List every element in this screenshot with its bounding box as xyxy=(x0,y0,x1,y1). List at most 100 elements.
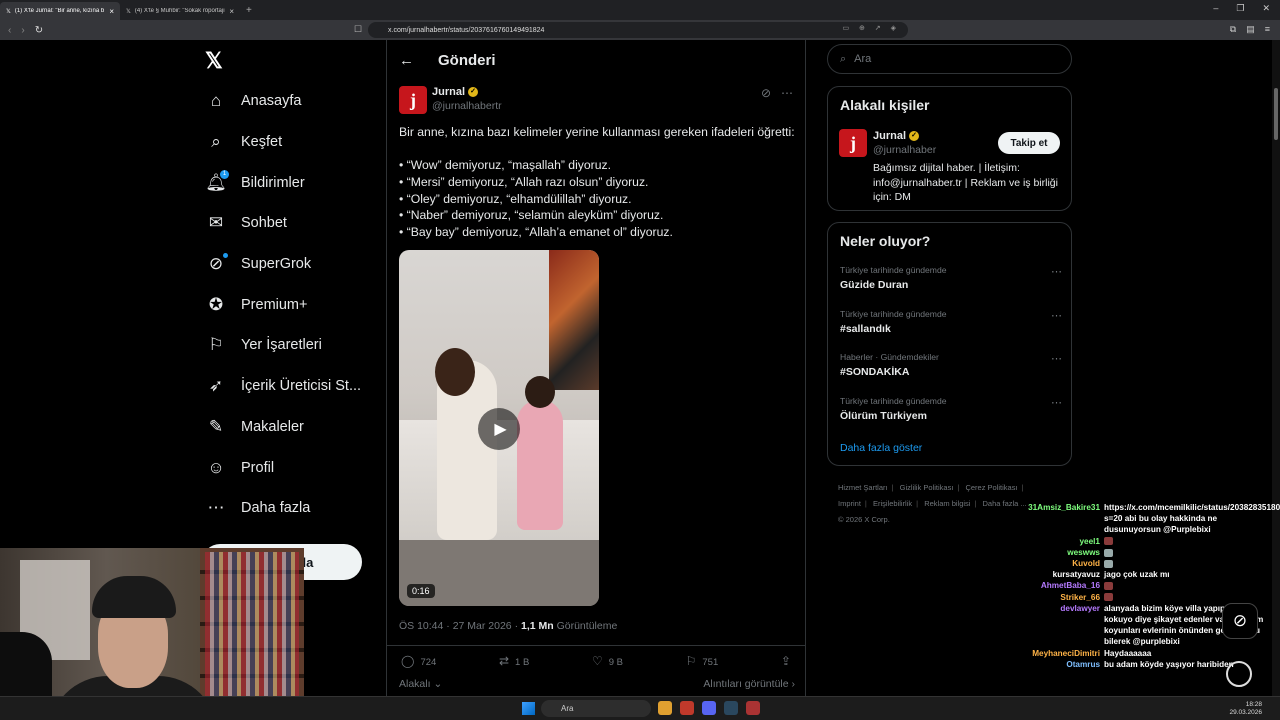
footer-link[interactable]: Imprint xyxy=(838,499,861,508)
minimize-icon[interactable]: – xyxy=(1213,3,1218,14)
folder-icon[interactable] xyxy=(658,701,672,715)
search-input[interactable]: ⌕ Ara xyxy=(827,44,1072,74)
new-tab-icon[interactable]: + xyxy=(246,5,252,16)
nav-item-explore[interactable]: ⌕ Keşfet xyxy=(205,127,282,157)
forward-icon[interactable]: › xyxy=(21,25,24,36)
trend-item[interactable]: Türkiye tarihinde gündemde Güzide Duran … xyxy=(840,265,1062,291)
menu-icon[interactable]: ≡ xyxy=(1265,24,1270,35)
close-window-icon[interactable]: ✕ xyxy=(1262,3,1270,14)
card-title: Neler oluyor? xyxy=(840,233,931,249)
view-quotes-link[interactable]: Alıntıları görüntüle › xyxy=(703,678,795,690)
related-name-text: Jurnal xyxy=(873,130,907,142)
discord-icon[interactable] xyxy=(702,701,716,715)
trend-context: Türkiye tarihinde gündemde xyxy=(840,265,947,275)
show-more-link[interactable]: Daha fazla göster xyxy=(840,442,922,454)
sort-dropdown[interactable]: Alakalı ⌄ xyxy=(399,678,442,690)
avatar[interactable]: j xyxy=(839,129,867,157)
like-button[interactable]: ♡ 9 B xyxy=(592,654,623,668)
reply-button[interactable]: ◯ 724 xyxy=(401,654,436,668)
more-icon[interactable]: ⋯ xyxy=(1051,265,1062,278)
nav-item-profile[interactable]: ☺ Profil xyxy=(205,453,274,483)
chat-username: AhmetBaba_16 xyxy=(1040,581,1100,591)
reply-icon: ◯ xyxy=(401,654,415,668)
grok-icon[interactable]: ⊘ xyxy=(1222,603,1258,639)
more-icon[interactable]: ⋯ xyxy=(1051,352,1062,365)
chevron-down-icon: ⌄ xyxy=(433,678,443,690)
trend-item[interactable]: Türkiye tarihinde gündemde #sallandık ⋯ xyxy=(840,309,1062,335)
chat-message: kursatyavuz jago çok uzak mı xyxy=(980,569,1280,580)
trend-context: Türkiye tarihinde gündemde xyxy=(840,309,947,319)
verified-icon: ✓ xyxy=(468,87,479,97)
chat-message: 31Amsiz_Bakire31 https://x.com/mcemilkili… xyxy=(980,502,1280,536)
more-icon[interactable]: ⋯ xyxy=(781,86,793,100)
play-icon[interactable]: ▶ xyxy=(478,408,520,450)
footer-link[interactable]: Çerez Politikası xyxy=(965,483,1017,492)
reload-icon[interactable]: ↻ xyxy=(35,25,43,36)
bookmark-button[interactable]: ⚐ 751 xyxy=(686,654,719,668)
follow-button[interactable]: Takip et xyxy=(998,132,1060,154)
sidebar-icon[interactable]: ▤ xyxy=(1246,24,1255,35)
bookmark-page-icon[interactable]: ☐ xyxy=(354,24,362,35)
bookmark-icon: ⚐ xyxy=(685,654,697,668)
x-logo-icon[interactable]: 𝕏 xyxy=(205,48,223,74)
share-icon: ⇪ xyxy=(780,654,791,668)
footer-link[interactable]: Reklam bilgisi xyxy=(924,499,970,508)
trend-item[interactable]: Türkiye tarihinde gündemde Ölürüm Türkiy… xyxy=(840,396,1062,422)
taskbar-search[interactable]: Ara xyxy=(541,700,651,717)
post-bullet: • “Oley” demiyoruz, “elhamdülillah” diyo… xyxy=(399,191,632,206)
chat-username: weswws xyxy=(1067,547,1100,557)
video-player[interactable]: ▶ 0:16 xyxy=(399,250,599,606)
reply-count: 724 xyxy=(420,657,437,668)
scroll-thumb[interactable] xyxy=(1274,88,1278,140)
footer-link[interactable]: Hizmet Şartları xyxy=(838,483,888,492)
nav-item-articles[interactable]: ✎ Makaleler xyxy=(205,412,304,442)
more-icon[interactable]: ⋯ xyxy=(1051,309,1062,322)
bookmark-count: 751 xyxy=(702,657,719,668)
nav-item-more[interactable]: ⋯ Daha fazla xyxy=(205,493,311,523)
nav-item-supergrok[interactable]: ⊘ SuperGrok xyxy=(205,249,311,279)
messages-circle-icon[interactable] xyxy=(1226,661,1252,687)
taskbar: Ara 18:28 29.03.2026 xyxy=(0,696,1280,720)
nav-item-bookmarks[interactable]: ⚐ Yer İşaretleri xyxy=(205,330,322,360)
avatar[interactable]: j xyxy=(399,86,427,114)
author-handle[interactable]: @jurnalhabertr xyxy=(432,100,502,112)
close-icon[interactable]: × xyxy=(109,7,114,16)
nav-item-home[interactable]: ⌂ Anasayfa xyxy=(205,86,302,116)
footer-link[interactable]: Erişilebilirlik xyxy=(873,499,912,508)
maximize-icon[interactable]: ❐ xyxy=(1236,3,1244,14)
repost-button[interactable]: ⇄ 1 B xyxy=(499,654,529,668)
more-icon[interactable]: ⋯ xyxy=(1051,396,1062,409)
footer-link[interactable]: Gizlilik Politikası xyxy=(900,483,954,492)
chat-username: kursatyavuz xyxy=(1052,570,1100,580)
browser-tab[interactable]: 𝕏 (4) X'te § Muhbir: "Sokak röportajı × xyxy=(120,2,240,20)
author-name[interactable]: Jurnal ✓ xyxy=(432,86,479,98)
start-icon[interactable] xyxy=(522,702,535,715)
extensions-icon[interactable]: ⧉ xyxy=(1230,24,1236,35)
url-field[interactable]: x.com/jurnalhabertr/status/2037616760149… xyxy=(368,22,908,38)
grok-icon[interactable]: ⊘ xyxy=(761,86,771,100)
extension-icons: ⧉ ▤ ≡ xyxy=(1230,24,1270,35)
browser-tab-active[interactable]: 𝕏 (1) X'te Jurnal: "Bir anne, kızına b × xyxy=(0,2,120,20)
url-action-icons[interactable]: ▭ ⊕ ↗ ◈ xyxy=(842,24,900,32)
nav-item-creator-studio[interactable]: ➶ İçerik Üreticisi St... xyxy=(205,371,361,401)
share-button[interactable]: ⇪ xyxy=(781,654,797,668)
nav-item-notifications[interactable]: 🔔︎ 1 Bildirimler xyxy=(205,168,305,198)
clock[interactable]: 18:28 29.03.2026 xyxy=(1229,701,1262,717)
related-name[interactable]: Jurnal ✓ xyxy=(873,130,920,142)
quotes-label: Alıntıları görüntüle xyxy=(703,678,789,690)
chat-message: weswws xyxy=(980,547,1280,558)
app-icon[interactable] xyxy=(746,701,760,715)
browser-icon[interactable] xyxy=(680,701,694,715)
back-icon[interactable]: ‹ xyxy=(8,25,11,36)
post-bullet: • “Wow” demiyoruz, “maşallah” diyoruz. xyxy=(399,158,611,173)
trend-item[interactable]: Haberler · Gündemdekiler #SONDAKİKA ⋯ xyxy=(840,352,1062,378)
address-bar: ‹ › ↻ ☐ x.com/jurnalhabertr/status/20376… xyxy=(0,20,1280,40)
nav-item-premium[interactable]: ✪ Premium+ xyxy=(205,290,308,320)
post-timestamp[interactable]: ÖS 10:44 · 27 Mar 2026 · xyxy=(399,620,521,632)
nav-item-chat[interactable]: ✉ Sohbet xyxy=(205,208,287,238)
related-handle[interactable]: @jurnalhaber xyxy=(873,144,936,156)
steam-icon[interactable] xyxy=(724,701,738,715)
back-arrow-icon[interactable]: ← xyxy=(399,52,414,69)
close-icon[interactable]: × xyxy=(229,7,234,16)
clock-date: 29.03.2026 xyxy=(1229,709,1262,716)
